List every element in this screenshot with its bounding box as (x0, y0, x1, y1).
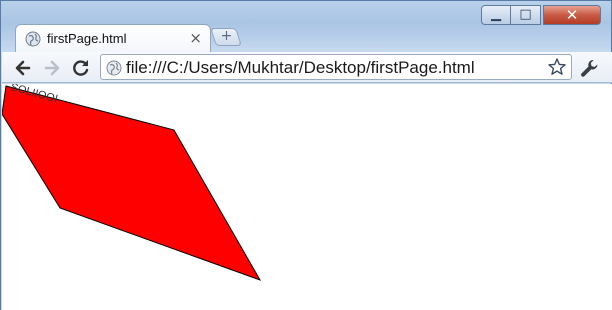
close-window-button[interactable]: ✕ (543, 5, 601, 25)
globe-icon (25, 31, 41, 47)
maximize-icon: □ (519, 7, 532, 22)
browser-window: firstPage.html × + ▁ □ ✕ file:///C:/User… (0, 0, 612, 310)
wrench-icon (581, 60, 598, 77)
reload-icon (73, 60, 89, 76)
minimize-button[interactable]: ▁ (481, 5, 511, 25)
new-tab-button[interactable]: + (210, 28, 242, 46)
url-text[interactable]: file:///C:/Users/Mukhtar/Desktop/firstPa… (126, 58, 475, 78)
back-button[interactable] (12, 57, 34, 79)
plus-icon: + (220, 28, 233, 44)
tab-title: firstPage.html (47, 31, 127, 46)
navigation-toolbar: file:///C:/Users/Mukhtar/Desktop/firstPa… (2, 52, 612, 83)
star-icon[interactable] (547, 57, 567, 77)
canvas-drawing: SOLIIOOI (2, 84, 262, 281)
wrench-button[interactable] (578, 57, 600, 79)
close-icon: ✕ (565, 6, 579, 24)
tab-close-icon[interactable]: × (189, 29, 202, 47)
minimize-icon: ▁ (491, 7, 501, 22)
forward-button[interactable] (41, 57, 63, 79)
forward-arrow-icon (44, 60, 60, 76)
address-bar[interactable]: file:///C:/Users/Mukhtar/Desktop/firstPa… (100, 54, 572, 80)
maximize-button[interactable]: □ (511, 5, 541, 25)
page-content: SOLIIOOI (2, 84, 612, 310)
page-globe-icon (106, 60, 122, 76)
back-arrow-icon (15, 60, 31, 76)
red-parallelogram (2, 85, 262, 281)
tab-firstpage[interactable]: firstPage.html × (15, 24, 211, 52)
reload-button[interactable] (70, 57, 92, 79)
